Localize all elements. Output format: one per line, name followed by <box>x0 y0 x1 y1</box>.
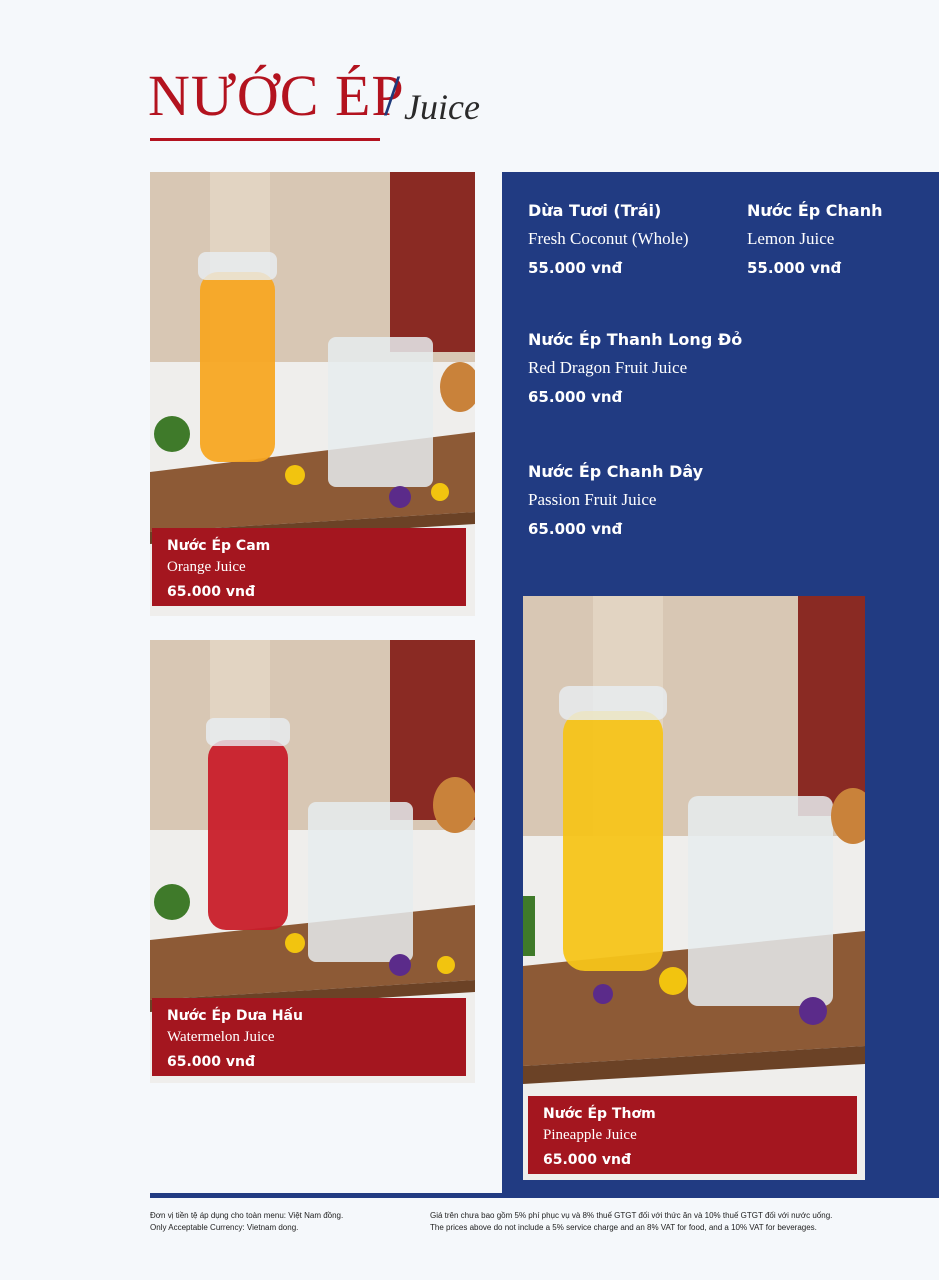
item-name-vn: Nước Ép Dưa Hấu <box>167 1008 303 1024</box>
tax-note-vn: Giá trên chưa bao gồm 5% phí phục vụ và … <box>430 1211 833 1220</box>
item-name-vn: Dừa Tươi (Trái) <box>528 201 662 220</box>
pineapple-juice-label: Nước Ép Thơm Pineapple Juice 65.000 vnđ <box>528 1096 857 1174</box>
footer-tax-note: Giá trên chưa bao gồm 5% phí phục vụ và … <box>430 1210 832 1234</box>
item-name-vn: Nước Ép Thơm <box>543 1106 656 1122</box>
title-slash: / <box>384 63 401 128</box>
footer-divider <box>150 1193 939 1198</box>
title-underline <box>150 138 380 141</box>
item-name-vn: Nước Ép Chanh <box>747 201 883 220</box>
item-name-en: Passion Fruit Juice <box>528 490 657 509</box>
item-name-vn: Nước Ép Thanh Long Đỏ <box>528 330 743 349</box>
currency-note-en: Only Acceptable Currency: Vietnam dong. <box>150 1223 299 1232</box>
tax-note-en: The prices above do not include a 5% ser… <box>430 1223 817 1232</box>
item-price: 65.000 vnđ <box>528 388 623 406</box>
item-name-en: Lemon Juice <box>747 229 835 248</box>
menu-item-lemon-juice: Nước Ép Chanh Lemon Juice 55.000 vnđ <box>747 200 883 279</box>
pineapple-juice-photo <box>523 596 865 1180</box>
item-name-en: Fresh Coconut (Whole) <box>528 229 689 248</box>
item-price: 55.000 vnđ <box>747 259 842 277</box>
item-name-en: Red Dragon Fruit Juice <box>528 358 688 377</box>
footer-currency-note: Đơn vị tiền tệ áp dụng cho toàn menu: Vi… <box>150 1210 343 1234</box>
item-price: 65.000 vnđ <box>167 584 256 600</box>
item-name-vn: Nước Ép Cam <box>167 538 271 554</box>
item-name-vn: Nước Ép Chanh Dây <box>528 462 704 481</box>
menu-item-passion-fruit: Nước Ép Chanh Dây Passion Fruit Juice 65… <box>528 461 703 540</box>
title-english: Juice <box>404 87 480 127</box>
item-name-en: Pineapple Juice <box>543 1127 637 1143</box>
watermelon-juice-label: Nước Ép Dưa Hấu Watermelon Juice 65.000 … <box>152 998 466 1076</box>
item-price: 65.000 vnđ <box>543 1152 632 1168</box>
item-price: 65.000 vnđ <box>528 520 623 538</box>
title-vietnamese: NƯỚC ÉP <box>148 63 405 128</box>
item-name-en: Orange Juice <box>167 559 246 575</box>
item-name-en: Watermelon Juice <box>167 1029 275 1045</box>
orange-juice-label: Nước Ép Cam Orange Juice 65.000 vnđ <box>152 528 466 606</box>
item-price: 55.000 vnđ <box>528 259 623 277</box>
menu-item-fresh-coconut: Dừa Tươi (Trái) Fresh Coconut (Whole) 55… <box>528 200 689 279</box>
menu-item-red-dragon-fruit: Nước Ép Thanh Long Đỏ Red Dragon Fruit J… <box>528 329 742 408</box>
item-price: 65.000 vnđ <box>167 1054 256 1070</box>
currency-note-vn: Đơn vị tiền tệ áp dụng cho toàn menu: Vi… <box>150 1211 344 1220</box>
